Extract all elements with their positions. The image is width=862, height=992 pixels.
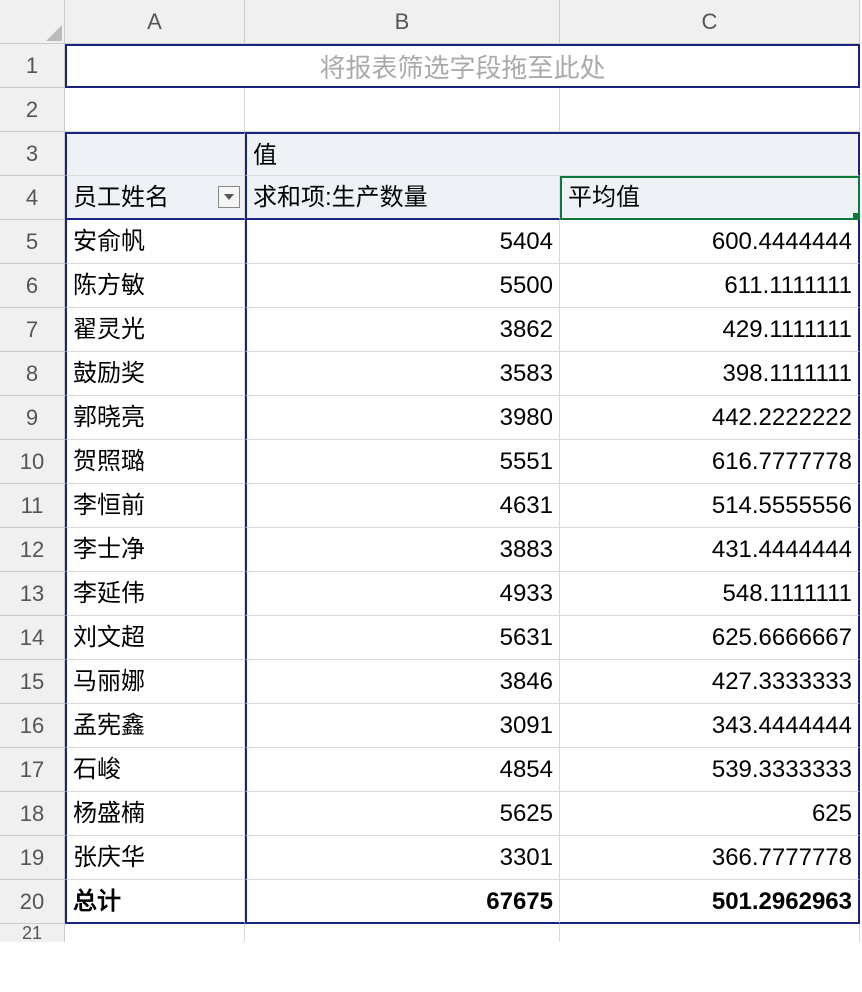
pivot-cell-sum[interactable]: 4933 [245,572,560,616]
pivot-row-name[interactable]: 郭晓亮 [65,396,245,440]
pivot-row-name[interactable]: 贺照璐 [65,440,245,484]
pivot-row-name[interactable]: 张庆华 [65,836,245,880]
select-all-corner[interactable] [0,0,65,44]
empty-cell[interactable] [560,924,860,942]
pivot-total-sum[interactable]: 67675 [245,880,560,924]
row-header-3[interactable]: 3 [0,132,65,176]
pivot-row-field[interactable]: 员工姓名 [65,176,245,220]
pivot-row-name[interactable]: 刘文超 [65,616,245,660]
pivot-field-dropdown[interactable] [218,186,240,208]
pivot-cell-avg[interactable]: 625 [560,792,860,836]
pivot-row-name[interactable]: 安俞帆 [65,220,245,264]
pivot-cell-sum[interactable]: 3846 [245,660,560,704]
pivot-cell-avg[interactable]: 343.4444444 [560,704,860,748]
row-header-14[interactable]: 14 [0,616,65,660]
pivot-cell-avg[interactable]: 442.2222222 [560,396,860,440]
pivot-corner-blank[interactable] [65,132,245,176]
pivot-row-name[interactable]: 孟宪鑫 [65,704,245,748]
pivot-cell-avg[interactable]: 616.7777778 [560,440,860,484]
row-header-8[interactable]: 8 [0,352,65,396]
row-header-19[interactable]: 19 [0,836,65,880]
pivot-col-header-avg[interactable]: 平均值 [560,176,860,220]
pivot-cell-sum[interactable]: 5625 [245,792,560,836]
pivot-cell-avg[interactable]: 600.4444444 [560,220,860,264]
pivot-cell-avg[interactable]: 429.1111111 [560,308,860,352]
pivot-cell-sum[interactable]: 3862 [245,308,560,352]
row-header-6[interactable]: 6 [0,264,65,308]
pivot-total-avg[interactable]: 501.2962963 [560,880,860,924]
pivot-cell-sum[interactable]: 4631 [245,484,560,528]
row-header-2[interactable]: 2 [0,88,65,132]
pivot-cell-sum[interactable]: 3980 [245,396,560,440]
pivot-cell-avg[interactable]: 539.3333333 [560,748,860,792]
empty-cell[interactable] [245,88,560,132]
empty-cell[interactable] [65,88,245,132]
pivot-cell-sum[interactable]: 3583 [245,352,560,396]
row-header-12[interactable]: 12 [0,528,65,572]
row-header-15[interactable]: 15 [0,660,65,704]
pivot-cell-avg[interactable]: 431.4444444 [560,528,860,572]
pivot-cell-avg[interactable]: 611.1111111 [560,264,860,308]
pivot-cell-sum[interactable]: 5404 [245,220,560,264]
row-header-13[interactable]: 13 [0,572,65,616]
row-header-9[interactable]: 9 [0,396,65,440]
row-header-10[interactable]: 10 [0,440,65,484]
col-header-C[interactable]: C [560,0,860,44]
row-header-4[interactable]: 4 [0,176,65,220]
row-header-21[interactable]: 21 [0,924,65,942]
pivot-cell-avg[interactable]: 398.1111111 [560,352,860,396]
pivot-row-name[interactable]: 翟灵光 [65,308,245,352]
pivot-cell-sum[interactable]: 5631 [245,616,560,660]
pivot-filter-drop-area[interactable]: 将报表筛选字段拖至此处 [65,44,860,88]
pivot-cell-avg[interactable]: 548.1111111 [560,572,860,616]
pivot-cell-sum[interactable]: 5500 [245,264,560,308]
pivot-total-label[interactable]: 总计 [65,880,245,924]
empty-cell[interactable] [560,88,860,132]
pivot-cell-sum[interactable]: 3883 [245,528,560,572]
pivot-col-header-sum[interactable]: 求和项:生产数量 [245,176,560,220]
pivot-cell-avg[interactable]: 427.3333333 [560,660,860,704]
row-header-17[interactable]: 17 [0,748,65,792]
empty-cell[interactable] [245,924,560,942]
row-header-20[interactable]: 20 [0,880,65,924]
pivot-cell-avg[interactable]: 514.5555556 [560,484,860,528]
row-header-18[interactable]: 18 [0,792,65,836]
pivot-row-name[interactable]: 石峻 [65,748,245,792]
row-header-11[interactable]: 11 [0,484,65,528]
row-header-16[interactable]: 16 [0,704,65,748]
col-header-A[interactable]: A [65,0,245,44]
pivot-row-name[interactable]: 李恒前 [65,484,245,528]
pivot-row-name[interactable]: 李士净 [65,528,245,572]
pivot-cell-avg[interactable]: 625.6666667 [560,616,860,660]
pivot-row-name[interactable]: 马丽娜 [65,660,245,704]
pivot-cell-sum[interactable]: 5551 [245,440,560,484]
pivot-row-name[interactable]: 杨盛楠 [65,792,245,836]
pivot-row-field-label: 员工姓名 [73,184,169,211]
pivot-row-name[interactable]: 鼓励奖 [65,352,245,396]
col-header-B[interactable]: B [245,0,560,44]
pivot-row-name[interactable]: 李延伟 [65,572,245,616]
pivot-row-name[interactable]: 陈方敏 [65,264,245,308]
chevron-down-icon [224,194,234,200]
pivot-cell-sum[interactable]: 3301 [245,836,560,880]
row-header-1[interactable]: 1 [0,44,65,88]
pivot-cell-sum[interactable]: 4854 [245,748,560,792]
pivot-values-label[interactable]: 值 [245,132,860,176]
pivot-cell-avg[interactable]: 366.7777778 [560,836,860,880]
pivot-cell-sum[interactable]: 3091 [245,704,560,748]
row-header-5[interactable]: 5 [0,220,65,264]
row-header-7[interactable]: 7 [0,308,65,352]
empty-cell[interactable] [65,924,245,942]
